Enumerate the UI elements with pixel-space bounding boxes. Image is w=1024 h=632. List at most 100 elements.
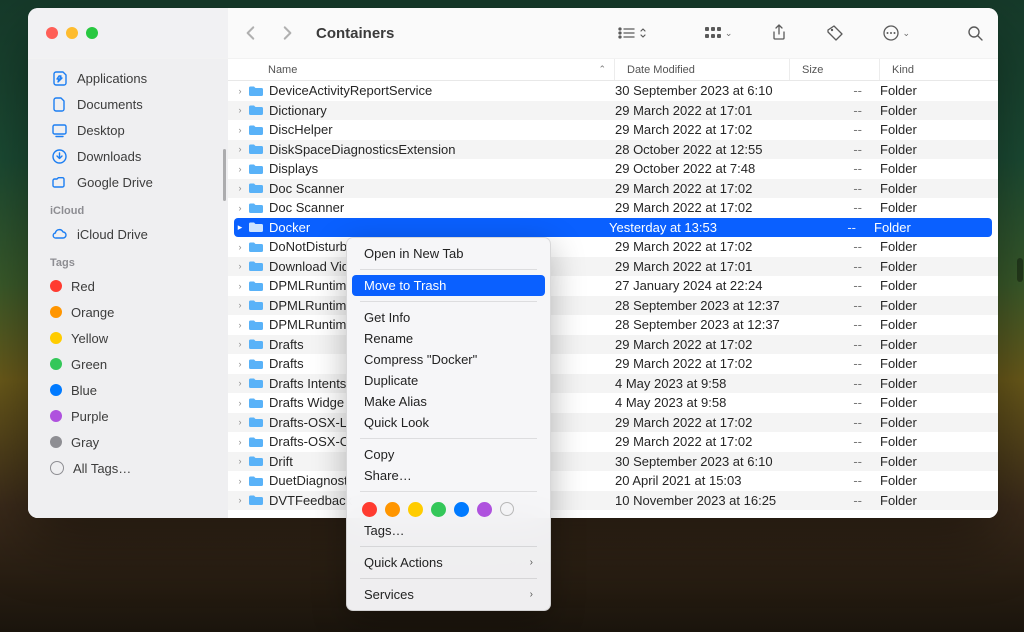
group-button[interactable]: ⌄: [703, 25, 733, 41]
file-row[interactable]: ›Displays29 October 2022 at 7:48--Folder: [228, 159, 998, 179]
menu-item-duplicate[interactable]: Duplicate: [352, 370, 545, 391]
disclosure-triangle-icon[interactable]: ›: [234, 339, 246, 349]
file-row[interactable]: ›Drafts29 March 2022 at 17:02--Folder: [228, 354, 998, 374]
sidebar-item-applications[interactable]: Applications: [28, 65, 228, 91]
disclosure-triangle-icon[interactable]: ›: [234, 164, 246, 174]
back-button[interactable]: [242, 24, 260, 42]
menu-item-quick-look[interactable]: Quick Look: [352, 412, 545, 433]
sidebar-item-documents[interactable]: Documents: [28, 91, 228, 117]
disclosure-triangle-icon[interactable]: ›: [234, 144, 246, 154]
disclosure-triangle-icon[interactable]: ›: [234, 476, 246, 486]
disclosure-triangle-icon[interactable]: ›: [234, 242, 246, 252]
menu-item-compress-docker[interactable]: Compress "Docker": [352, 349, 545, 370]
file-row[interactable]: ›Doc Scanner29 March 2022 at 17:02--Fold…: [228, 179, 998, 199]
window-scrollbar[interactable]: [1017, 258, 1023, 282]
action-button[interactable]: ⌄: [882, 24, 910, 42]
sidebar-item-desktop[interactable]: Desktop: [28, 117, 228, 143]
sidebar-tag-yellow[interactable]: Yellow: [28, 325, 228, 351]
menu-item-tags[interactable]: Tags…: [352, 520, 545, 541]
tag-color-none[interactable]: [500, 502, 514, 516]
menu-item-copy[interactable]: Copy: [352, 444, 545, 465]
view-mode-button[interactable]: [617, 25, 647, 41]
folder-icon: [248, 220, 264, 234]
file-row[interactable]: ›DPMLRuntim27 January 2024 at 22:24--Fol…: [228, 276, 998, 296]
file-row[interactable]: ▸DockerYesterday at 13:53--Folder: [234, 218, 992, 238]
disclosure-triangle-icon[interactable]: ›: [234, 183, 246, 193]
menu-item-quick-actions[interactable]: Quick Actions›: [352, 552, 545, 573]
sidebar-tag-blue[interactable]: Blue: [28, 377, 228, 403]
file-row[interactable]: ›DiskSpaceDiagnosticsExtension28 October…: [228, 140, 998, 160]
column-size[interactable]: Size: [790, 59, 880, 80]
disclosure-triangle-icon[interactable]: ›: [234, 456, 246, 466]
share-button[interactable]: [770, 24, 788, 42]
file-row[interactable]: ›Dictionary29 March 2022 at 17:01--Folde…: [228, 101, 998, 121]
disclosure-triangle-icon[interactable]: ›: [234, 105, 246, 115]
sidebar-item-icloud-drive[interactable]: iCloud Drive: [28, 221, 228, 247]
menu-item-open-in-new-tab[interactable]: Open in New Tab: [352, 243, 545, 264]
disclosure-triangle-icon[interactable]: ›: [234, 359, 246, 369]
sidebar-item-downloads[interactable]: Downloads: [28, 143, 228, 169]
column-date[interactable]: Date Modified: [615, 59, 790, 80]
file-row[interactable]: ›Drafts Intents4 May 2023 at 9:58--Folde…: [228, 374, 998, 394]
forward-button[interactable]: [278, 24, 296, 42]
search-button[interactable]: [966, 24, 984, 42]
zoom-window[interactable]: [86, 27, 98, 39]
tag-color-swatch[interactable]: [408, 502, 423, 517]
tag-color-swatch[interactable]: [385, 502, 400, 517]
minimize-window[interactable]: [66, 27, 78, 39]
column-name[interactable]: Name⌃: [228, 59, 615, 80]
file-size: --: [790, 122, 880, 137]
file-row[interactable]: ›DuetDiagnost20 April 2021 at 15:03--Fol…: [228, 471, 998, 491]
disclosure-triangle-icon[interactable]: ▸: [234, 222, 246, 233]
tag-color-swatch[interactable]: [362, 502, 377, 517]
disclosure-triangle-icon[interactable]: ›: [234, 125, 246, 135]
disclosure-triangle-icon[interactable]: ›: [234, 398, 246, 408]
disclosure-triangle-icon[interactable]: ›: [234, 300, 246, 310]
sidebar-tag-orange[interactable]: Orange: [28, 299, 228, 325]
disclosure-triangle-icon[interactable]: ›: [234, 320, 246, 330]
tag-color-swatch[interactable]: [431, 502, 446, 517]
tags-button[interactable]: [826, 24, 844, 42]
file-row[interactable]: ›DPMLRuntim28 September 2023 at 12:37--F…: [228, 315, 998, 335]
toolbar-main-area: Containers ⌄ ⌄: [228, 8, 998, 58]
disclosure-triangle-icon[interactable]: ›: [234, 495, 246, 505]
disclosure-triangle-icon[interactable]: ›: [234, 378, 246, 388]
sidebar-tag-green[interactable]: Green: [28, 351, 228, 377]
file-rows[interactable]: ›DeviceActivityReportService30 September…: [228, 81, 998, 518]
close-window[interactable]: [46, 27, 58, 39]
file-row[interactable]: ›DiscHelper29 March 2022 at 17:02--Folde…: [228, 120, 998, 140]
file-row[interactable]: ›Drafts Widge4 May 2023 at 9:58--Folder: [228, 393, 998, 413]
sidebar-tag-purple[interactable]: Purple: [28, 403, 228, 429]
file-row[interactable]: ›Drift30 September 2023 at 6:10--Folder: [228, 452, 998, 472]
sidebar-tag-gray[interactable]: Gray: [28, 429, 228, 455]
disclosure-triangle-icon[interactable]: ›: [234, 86, 246, 96]
sidebar-item-google-drive[interactable]: Google Drive: [28, 169, 228, 195]
column-kind[interactable]: Kind: [880, 59, 998, 80]
menu-item-share[interactable]: Share…: [352, 465, 545, 486]
file-row[interactable]: ›Drafts-OSX-C29 March 2022 at 17:02--Fol…: [228, 432, 998, 452]
disclosure-triangle-icon[interactable]: ›: [234, 417, 246, 427]
disclosure-triangle-icon[interactable]: ›: [234, 261, 246, 271]
menu-item-make-alias[interactable]: Make Alias: [352, 391, 545, 412]
disclosure-triangle-icon[interactable]: ›: [234, 281, 246, 291]
file-row[interactable]: ›DPMLRuntim28 September 2023 at 12:37--F…: [228, 296, 998, 316]
file-row[interactable]: ›DeviceActivityReportService30 September…: [228, 81, 998, 101]
sidebar-item-label: iCloud Drive: [77, 227, 148, 242]
tag-color-swatch[interactable]: [477, 502, 492, 517]
disclosure-triangle-icon[interactable]: ›: [234, 437, 246, 447]
disclosure-triangle-icon[interactable]: ›: [234, 203, 246, 213]
tag-color-swatch[interactable]: [454, 502, 469, 517]
menu-item-services[interactable]: Services›: [352, 584, 545, 605]
file-row[interactable]: ›Drafts29 March 2022 at 17:02--Folder: [228, 335, 998, 355]
file-row[interactable]: ›Download Vid29 March 2022 at 17:01--Fol…: [228, 257, 998, 277]
menu-item-rename[interactable]: Rename: [352, 328, 545, 349]
menu-item-move-to-trash[interactable]: Move to Trash: [352, 275, 545, 296]
sidebar-all-tags[interactable]: All Tags…: [28, 455, 228, 481]
file-row[interactable]: ›Doc Scanner29 March 2022 at 17:02--Fold…: [228, 198, 998, 218]
file-row[interactable]: ›DVTFeedback10 November 2023 at 16:25--F…: [228, 491, 998, 511]
sidebar-tag-red[interactable]: Red: [28, 273, 228, 299]
file-size: --: [790, 473, 880, 488]
file-row[interactable]: ›DoNotDisturb29 March 2022 at 17:02--Fol…: [228, 237, 998, 257]
menu-item-get-info[interactable]: Get Info: [352, 307, 545, 328]
file-row[interactable]: ›Drafts-OSX-L29 March 2022 at 17:02--Fol…: [228, 413, 998, 433]
